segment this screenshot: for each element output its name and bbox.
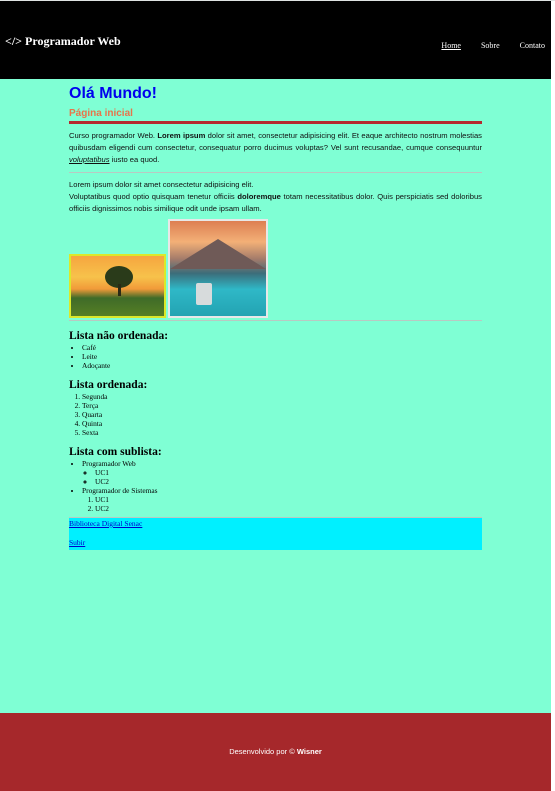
second-line1: Lorem ipsum dolor sit amet consectetur a… xyxy=(69,180,254,189)
list-item: Sexta xyxy=(82,428,482,437)
list-item: UC1 xyxy=(95,495,482,504)
footer-author: Wisner xyxy=(296,747,322,756)
sunset-tree-image xyxy=(69,254,166,318)
ordered-list-title: Lista ordenada: xyxy=(69,379,148,391)
mountain-shape xyxy=(170,239,266,269)
nested-unordered-list: UC1 UC2 xyxy=(82,468,482,486)
intro-text-end: iusto ea quod. xyxy=(109,155,160,164)
lake-mountain-image xyxy=(168,219,268,318)
sublist-title: Lista com sublista: xyxy=(69,446,162,458)
unordered-list: Café Leite Adoçante xyxy=(69,343,482,370)
main-nav: Home Sobre Contato xyxy=(425,35,545,53)
site-logo[interactable]: </> Programador Web xyxy=(5,34,121,49)
list-with-sublist: Programador Web UC1 UC2 Programador de S… xyxy=(69,459,482,513)
list-item: Quinta xyxy=(82,419,482,428)
back-to-top-bar: Subir xyxy=(69,536,482,550)
list-item: Programador de Sistemas UC1 UC2 xyxy=(82,486,482,513)
second-bold-text: doloremque xyxy=(237,192,281,201)
list-item: Segunda xyxy=(82,392,482,401)
list-item: Café xyxy=(82,343,482,352)
list-item: Adoçante xyxy=(82,361,482,370)
intro-text-start: Curso programador Web. xyxy=(69,131,158,140)
site-header: </> Programador Web Home Sobre Contato xyxy=(0,1,551,79)
unordered-list-title: Lista não ordenada: xyxy=(69,330,169,342)
chair-shape xyxy=(196,283,212,305)
ordered-list: Segunda Terça Quarta Quinta Sexta xyxy=(69,392,482,437)
intro-bold-text: Lorem ipsum xyxy=(157,131,206,140)
footer-text: Desenvolvido por © xyxy=(229,747,297,756)
nested-ordered-list: UC1 UC2 xyxy=(82,495,482,513)
list-item: Quarta xyxy=(82,410,482,419)
nav-contato-link[interactable]: Contato xyxy=(520,41,545,50)
divider xyxy=(69,172,482,173)
intro-paragraph: Curso programador Web. Lorem ipsum dolor… xyxy=(69,130,482,166)
intro-italic-text: voluptatibus xyxy=(69,155,110,164)
sublist-group-label: Programador de Sistemas xyxy=(82,486,158,495)
list-item: Terça xyxy=(82,401,482,410)
sublist-group-label: Programador Web xyxy=(82,459,136,468)
second-paragraph: Lorem ipsum dolor sit amet consectetur a… xyxy=(69,179,482,215)
list-item: UC1 xyxy=(95,468,482,477)
library-link-bar: Biblioteca Digital Senac xyxy=(69,517,482,529)
main-content: Olá Mundo! Página inicial Curso programa… xyxy=(69,85,482,550)
tree-trunk-shape xyxy=(118,284,121,296)
page-title: Olá Mundo! xyxy=(69,85,157,102)
list-item: UC2 xyxy=(95,504,482,513)
nav-sobre-link[interactable]: Sobre xyxy=(481,41,500,50)
second-text-start: Voluptatibus quod optio quisquam tenetur… xyxy=(69,192,238,201)
photo-gallery xyxy=(69,219,482,318)
right-edge-strip xyxy=(551,1,555,791)
nav-home-link[interactable]: Home xyxy=(441,41,461,50)
site-footer: Desenvolvido por © Wisner xyxy=(0,713,551,791)
link-spacer xyxy=(69,529,482,536)
list-item: Leite xyxy=(82,352,482,361)
page-subtitle: Página inicial xyxy=(69,108,482,124)
library-link[interactable]: Biblioteca Digital Senac xyxy=(69,519,142,528)
list-item: Programador Web UC1 UC2 xyxy=(82,459,482,486)
divider xyxy=(69,320,482,321)
list-item: UC2 xyxy=(95,477,482,486)
footer-credit: Desenvolvido por © Wisner xyxy=(0,747,551,756)
back-to-top-link[interactable]: Subir xyxy=(69,538,85,547)
